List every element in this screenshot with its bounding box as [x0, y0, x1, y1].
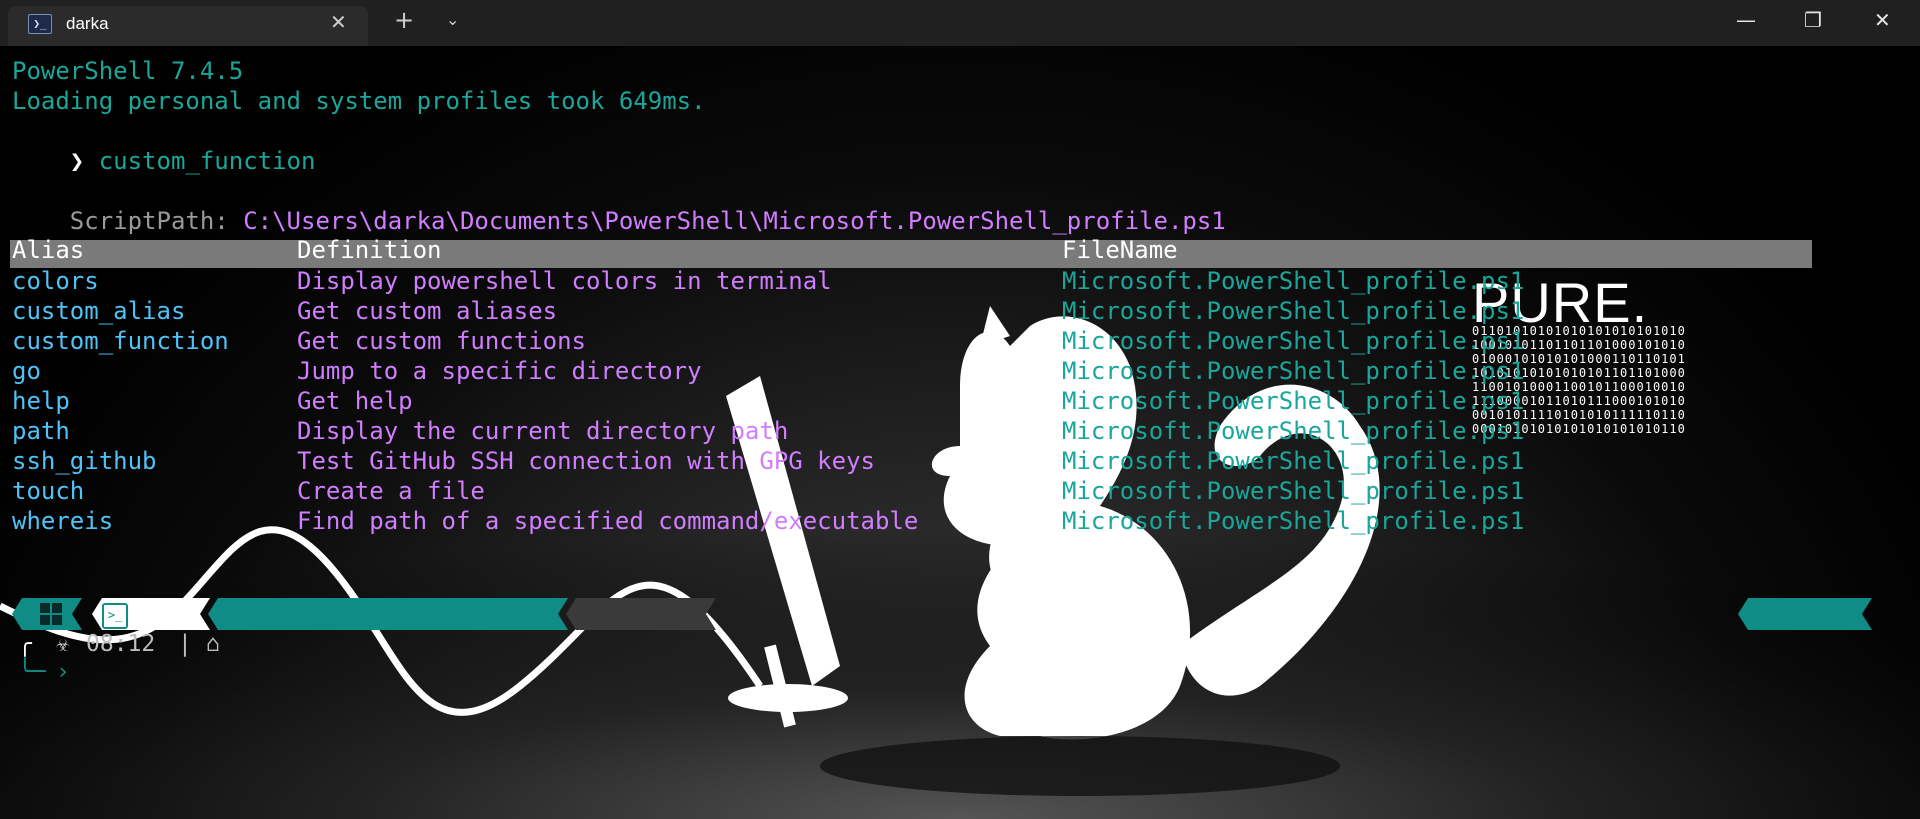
minimize-button[interactable]: — — [1736, 8, 1756, 32]
new-tab-button[interactable]: + — [394, 6, 414, 34]
exec-time: 52ms — [626, 665, 682, 691]
battery-icon: ▭ — [1764, 633, 1778, 659]
powershell-icon: ❯_ — [28, 14, 52, 34]
prompt-time: 08:12 — [86, 631, 156, 657]
tab-darka[interactable]: ❯_ darka ✕ — [8, 6, 368, 46]
tab-close-icon[interactable]: ✕ — [330, 10, 347, 34]
terminal-pane[interactable]: PURE. 01101010101010101010101010 1001010… — [0, 46, 1920, 819]
battery-text: 97% — [1800, 665, 1842, 691]
chip-icon: ▥ — [224, 633, 238, 659]
tab-title: darka — [66, 14, 109, 33]
maximize-button[interactable]: ❐ — [1804, 8, 1822, 32]
home-icon: ⌂ — [206, 631, 220, 657]
shell-name: pwsh — [132, 665, 188, 691]
prompt-separator: | — [178, 631, 192, 657]
window-close-button[interactable]: ✕ — [1874, 8, 1891, 32]
memory-text: MEM: 39% | 6/15GB — [252, 665, 488, 691]
timer-icon: ⏲ — [592, 635, 607, 656]
terminal-icon: >_ — [102, 603, 128, 629]
battery-segment: ▭ 97% — [1738, 598, 1872, 630]
chip-icon: ▥ — [520, 697, 534, 723]
os-segment — [12, 598, 82, 630]
title-bar: ❯_ darka ✕ + ⌄ — ❐ ✕ — [0, 0, 1920, 46]
prompt-arrow-icon: ╰─ — [18, 659, 46, 685]
shell-segment: >_ pwsh — [92, 598, 210, 630]
memory-segment: ▥ MEM: 39% | 6/15GB ▥ — [208, 598, 568, 630]
input-caret[interactable]: › — [56, 656, 70, 688]
chevron-down-icon[interactable]: ⌄ — [446, 10, 459, 29]
windows-icon — [40, 603, 62, 625]
exec-time-segment: ⏲ 52ms — [566, 598, 716, 630]
prompt-status-bar: >_ pwsh ▥ MEM: 39% | 6/15GB ▥ ⏲ 52ms ▭ 9… — [0, 46, 1920, 819]
